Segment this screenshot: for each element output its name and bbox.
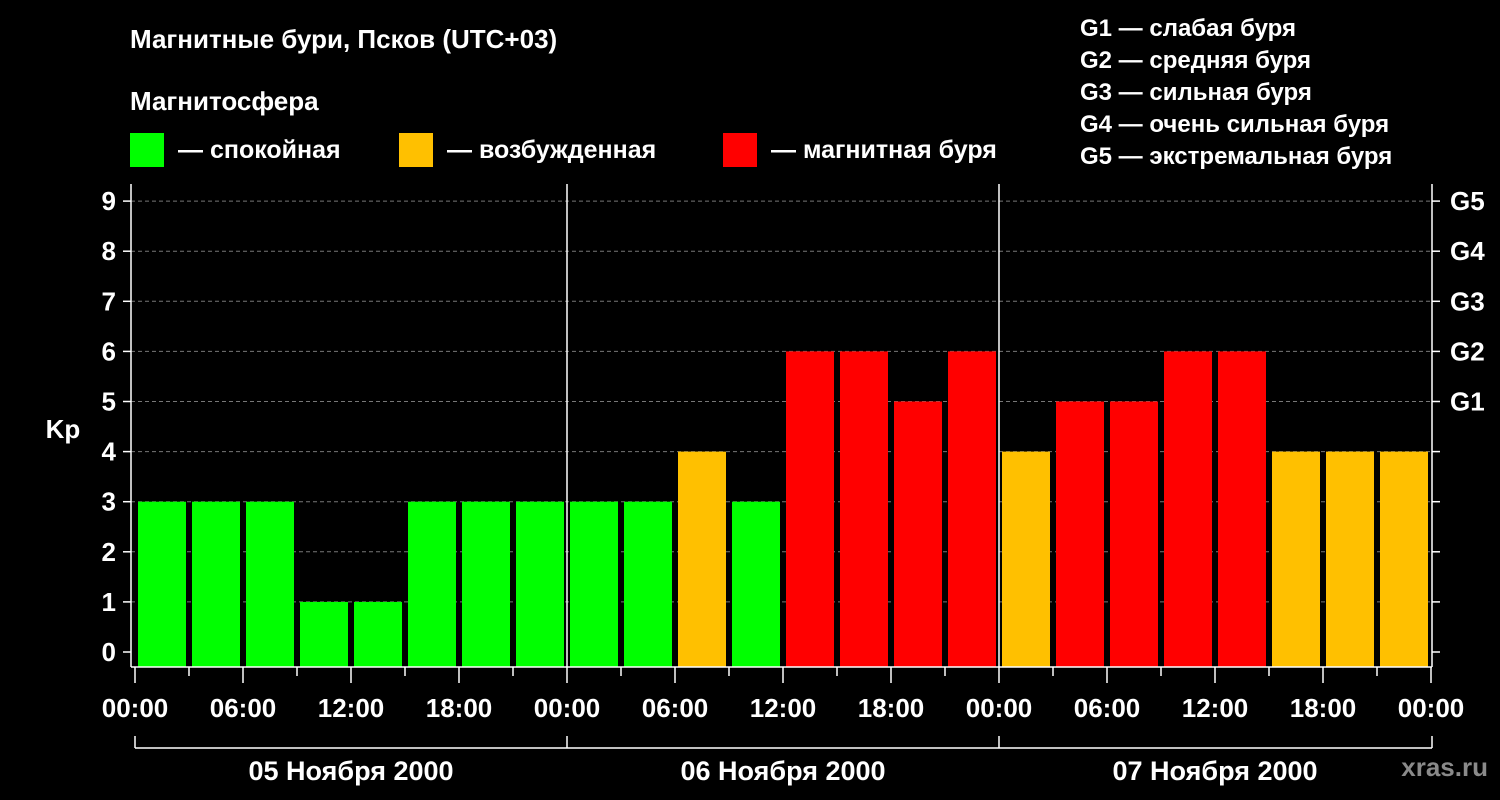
bar-layer xyxy=(138,351,1428,667)
x-tick-label: 06:00 xyxy=(1074,693,1141,723)
kp-bar xyxy=(570,501,618,667)
x-tick-label: 18:00 xyxy=(426,693,493,723)
kp-bar xyxy=(516,501,564,667)
kp-bar xyxy=(1002,451,1050,667)
y-tick-label: 4 xyxy=(102,437,117,467)
x-tick-label: 12:00 xyxy=(750,693,817,723)
x-tick-label: 06:00 xyxy=(210,693,277,723)
y-tick-label: 1 xyxy=(102,587,116,617)
kp-bar xyxy=(678,451,726,667)
y-axis-label: Kp xyxy=(46,414,81,444)
y-tick-label: 8 xyxy=(102,236,116,266)
g-level-label: G2 xyxy=(1450,336,1485,366)
kp-bar xyxy=(732,501,780,667)
kp-bar xyxy=(948,351,996,667)
kp-bar xyxy=(624,501,672,667)
g-level-label: G5 xyxy=(1450,186,1485,216)
kp-bar xyxy=(354,601,402,667)
day-label: 07 Ноября 2000 xyxy=(1112,756,1317,786)
x-tick-label: 18:00 xyxy=(1290,693,1357,723)
kp-bar xyxy=(1380,451,1428,667)
kp-bar xyxy=(408,501,456,667)
y-tick-label: 6 xyxy=(102,336,116,366)
kp-bar xyxy=(246,501,294,667)
kp-bar xyxy=(462,501,510,667)
g-level-label: G3 xyxy=(1450,286,1485,316)
g-level-label: G1 xyxy=(1450,387,1485,417)
kp-bar xyxy=(300,601,348,667)
y-tick-label: 7 xyxy=(102,286,116,316)
y-tick-label: 9 xyxy=(102,186,116,216)
x-tick-label: 18:00 xyxy=(858,693,925,723)
kp-bar xyxy=(1110,401,1158,667)
kp-bar xyxy=(138,501,186,667)
y-tick-label: 5 xyxy=(102,387,116,417)
kp-bar xyxy=(894,401,942,667)
watermark: xras.ru xyxy=(1401,752,1488,782)
x-tick-label: 00:00 xyxy=(102,693,169,723)
kp-bar xyxy=(786,351,834,667)
day-label: 05 Ноября 2000 xyxy=(248,756,453,786)
y-tick-label: 3 xyxy=(102,487,116,517)
g-level-label: G4 xyxy=(1450,236,1485,266)
kp-bar xyxy=(1218,351,1266,667)
kp-bar xyxy=(1164,351,1212,667)
day-label: 06 Ноября 2000 xyxy=(680,756,885,786)
kp-bar xyxy=(1272,451,1320,667)
kp-chart: 0 1 2 3 4 5 6 7 8 9 G1 G2 G3 G4 G5 00:00 06:00 12:00 18:00… xyxy=(46,184,1485,786)
kp-bar xyxy=(1326,451,1374,667)
y-tick-label: 2 xyxy=(102,537,116,567)
y-tick-label: 0 xyxy=(102,637,116,667)
kp-bar xyxy=(1056,401,1104,667)
x-tick-label: 00:00 xyxy=(534,693,601,723)
x-tick-label: 00:00 xyxy=(1398,693,1465,723)
x-tick-label: 06:00 xyxy=(642,693,709,723)
kp-bar xyxy=(840,351,888,667)
x-tick-label: 12:00 xyxy=(318,693,385,723)
x-tick-label: 12:00 xyxy=(1182,693,1249,723)
x-tick-label: 00:00 xyxy=(966,693,1033,723)
kp-bar xyxy=(192,501,240,667)
